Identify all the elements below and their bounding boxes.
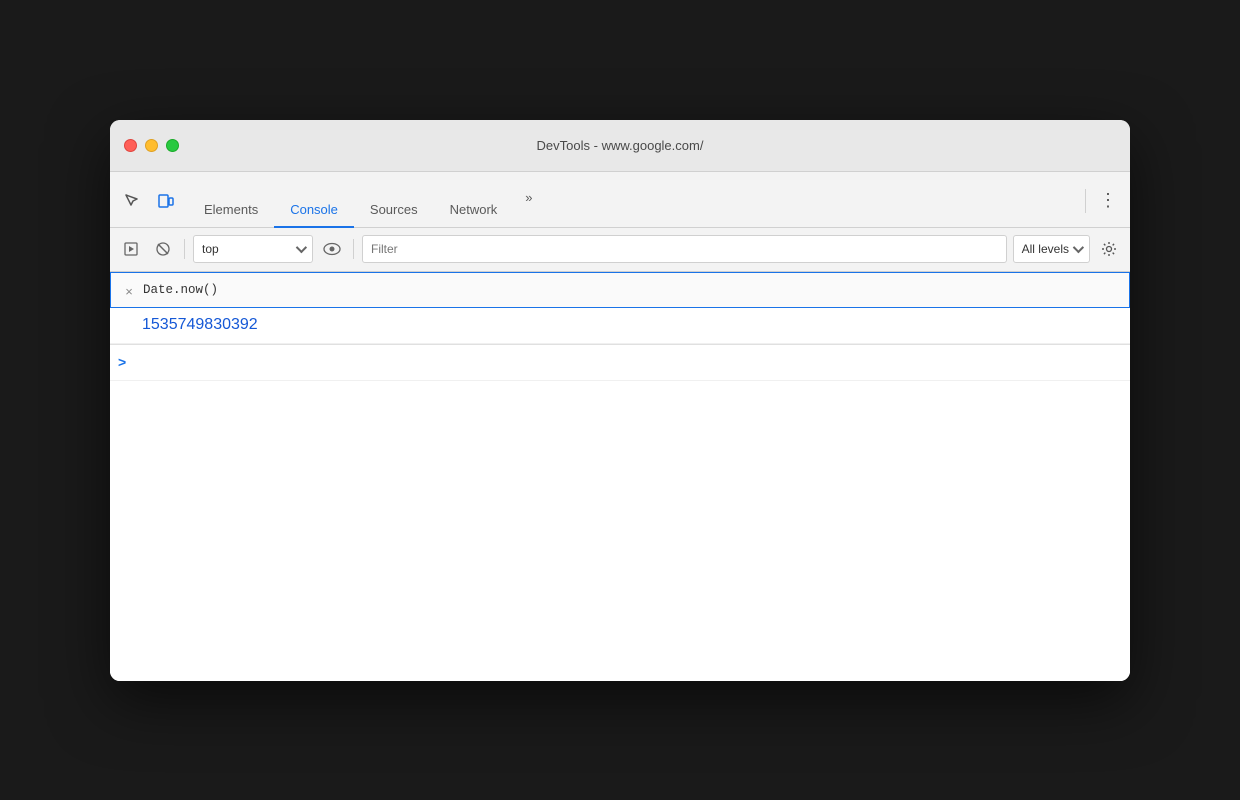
devtools-window: DevTools - www.google.com/ Elements Cons… xyxy=(110,120,1130,681)
cancel-entry-icon[interactable]: × xyxy=(119,277,139,299)
context-selector[interactable]: top xyxy=(193,235,313,263)
filter-input[interactable] xyxy=(371,242,998,256)
filter-input-wrapper[interactable] xyxy=(362,235,1007,263)
console-toolbar: top All levels xyxy=(110,228,1130,272)
more-tabs-button[interactable]: » xyxy=(517,182,540,215)
tab-sources[interactable]: Sources xyxy=(354,194,434,228)
console-input-entry: × xyxy=(110,272,1130,308)
tab-bar-divider: ⋮ xyxy=(1081,187,1122,215)
console-output: × 1535749830392 > xyxy=(110,272,1130,681)
live-expressions-button[interactable] xyxy=(319,236,345,262)
toolbar-divider-2 xyxy=(353,239,354,259)
tab-network[interactable]: Network xyxy=(434,194,514,228)
console-prompt-row[interactable]: > xyxy=(110,345,1130,381)
context-selector-chevron xyxy=(296,242,307,253)
traffic-lights xyxy=(124,139,179,152)
levels-chevron xyxy=(1073,242,1084,253)
tab-bar: Elements Console Sources Network » ⋮ xyxy=(110,172,1130,228)
console-empty-area xyxy=(110,381,1130,681)
run-snippet-button[interactable] xyxy=(118,236,144,262)
console-result-entry: 1535749830392 xyxy=(110,308,1130,344)
clear-console-button[interactable] xyxy=(150,236,176,262)
window-title: DevTools - www.google.com/ xyxy=(537,138,704,153)
settings-button[interactable] xyxy=(1096,236,1122,262)
console-input-content[interactable] xyxy=(143,277,1121,303)
title-bar: DevTools - www.google.com/ xyxy=(110,120,1130,172)
devtools-left-icons xyxy=(118,187,180,215)
minimize-button[interactable] xyxy=(145,139,158,152)
close-button[interactable] xyxy=(124,139,137,152)
maximize-button[interactable] xyxy=(166,139,179,152)
prompt-chevron-icon: > xyxy=(118,354,138,370)
console-prompt-input[interactable] xyxy=(142,355,1122,369)
toolbar-divider-1 xyxy=(184,239,185,259)
console-input-field[interactable] xyxy=(143,277,1121,303)
device-toolbar-icon[interactable] xyxy=(152,187,180,215)
console-result-value: 1535749830392 xyxy=(142,312,258,338)
tab-console[interactable]: Console xyxy=(274,194,354,228)
tab-elements[interactable]: Elements xyxy=(188,194,274,228)
devtools-menu-icon[interactable]: ⋮ xyxy=(1094,187,1122,215)
levels-selector[interactable]: All levels xyxy=(1013,235,1090,263)
inspect-icon[interactable] xyxy=(118,187,146,215)
